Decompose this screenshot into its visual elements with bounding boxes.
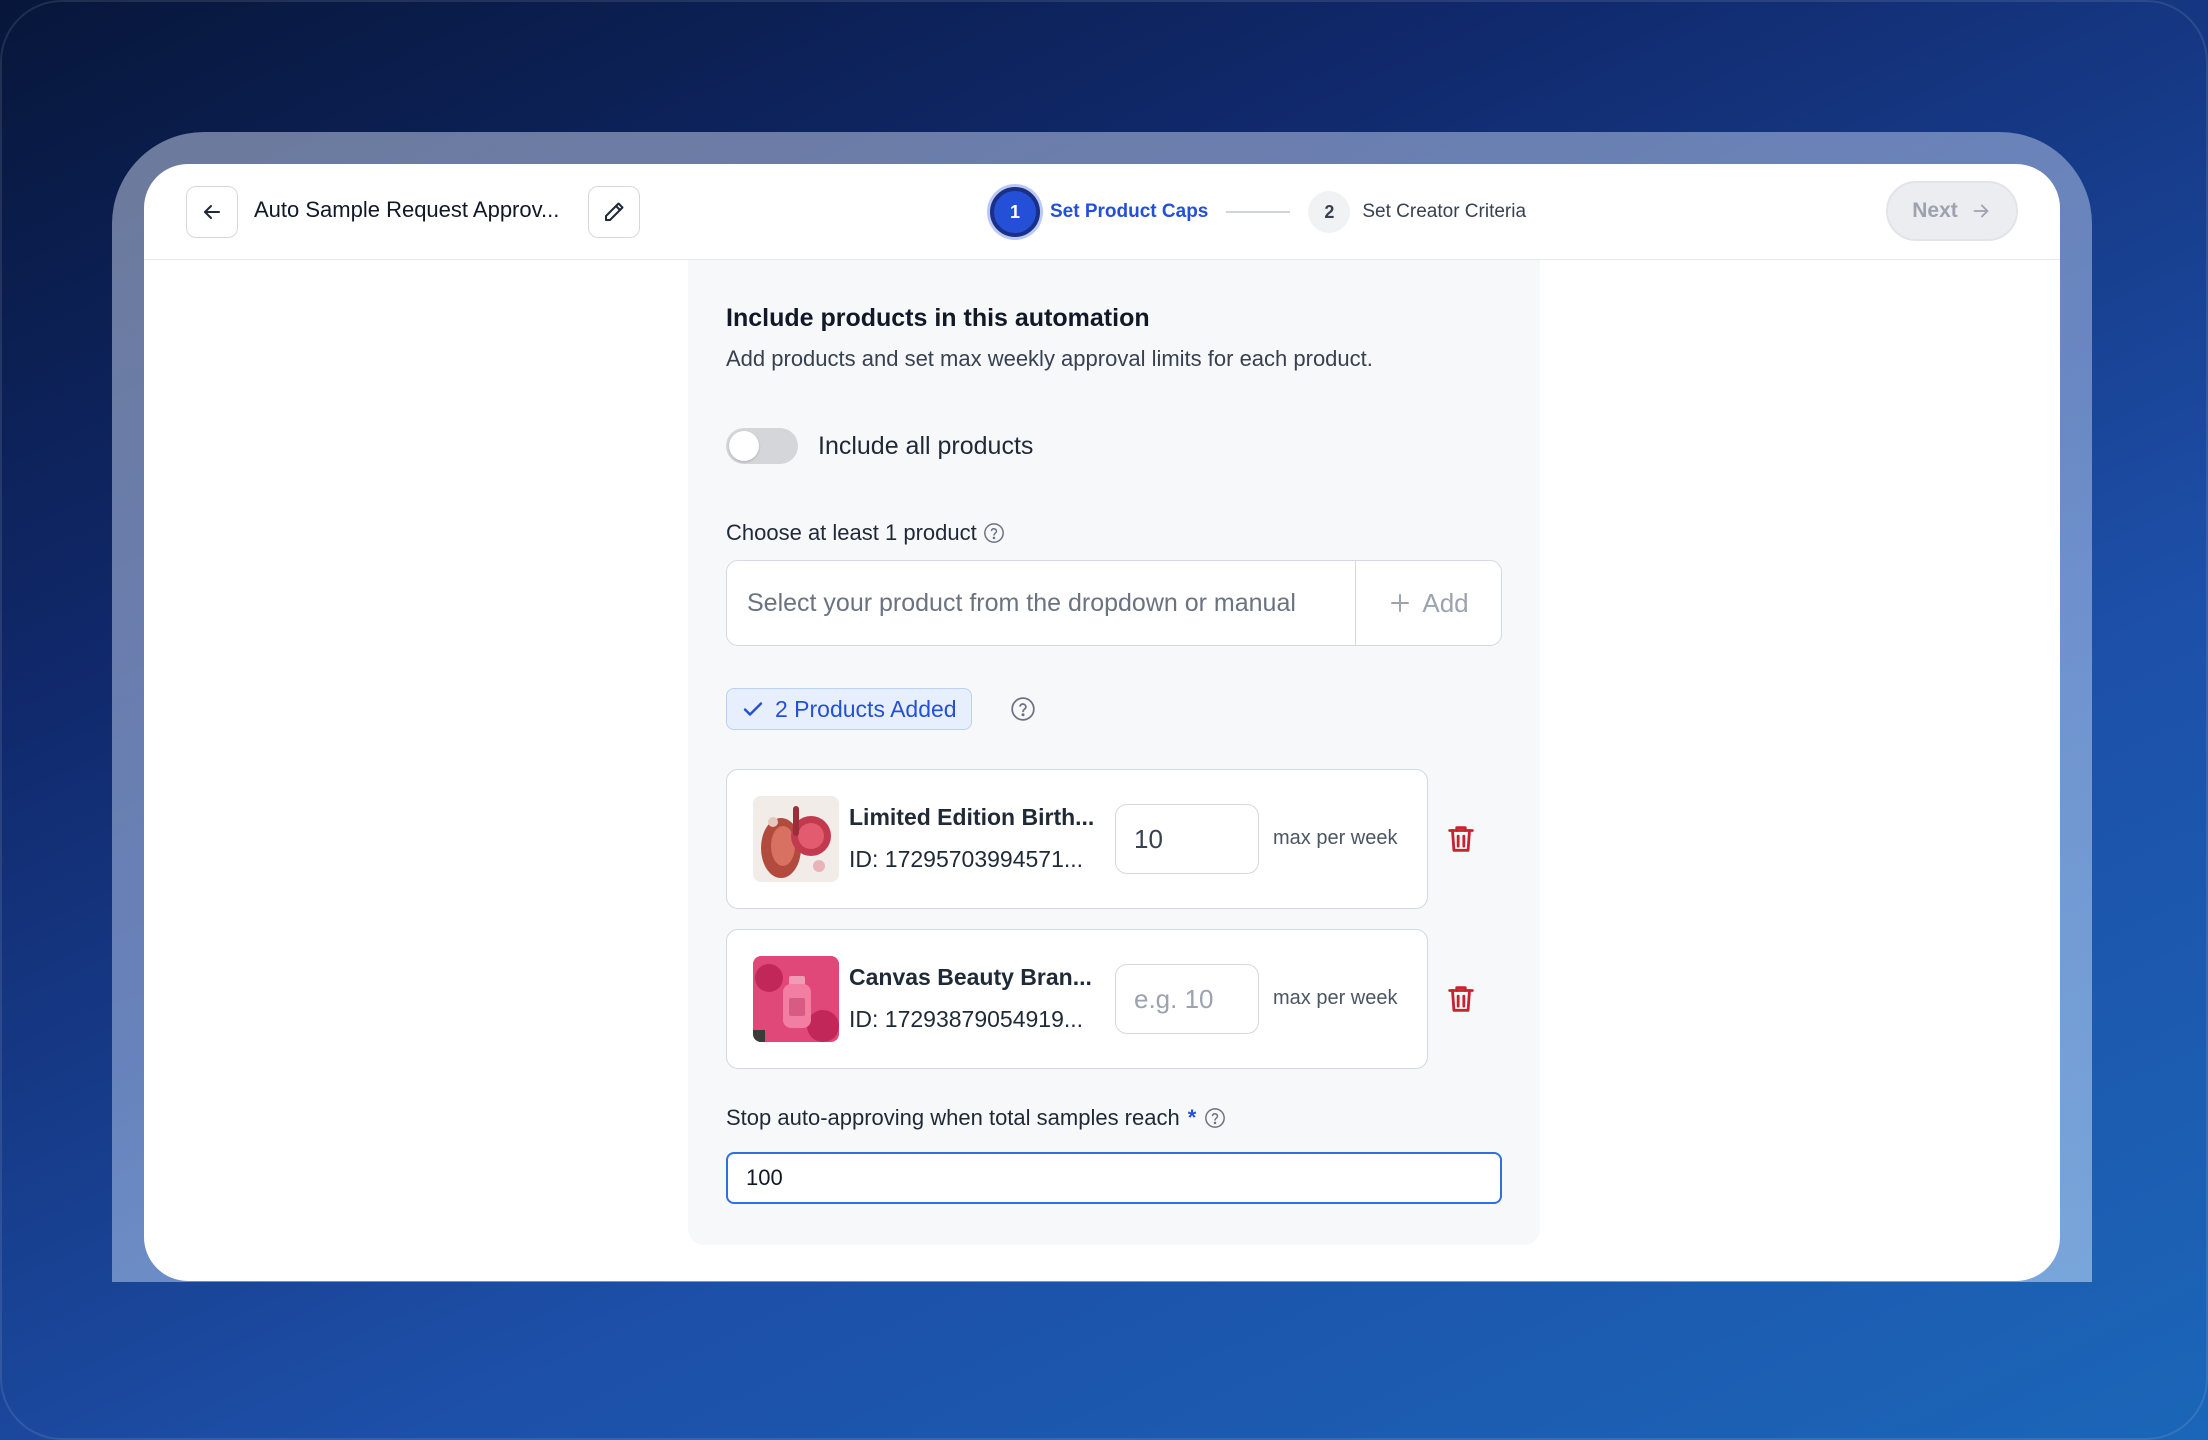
- product-picker: Add: [726, 560, 1502, 646]
- product-caps-card: Include products in this automation Add …: [688, 260, 1540, 1245]
- back-button[interactable]: [186, 186, 238, 238]
- step-1-label[interactable]: Set Product Caps: [1050, 201, 1208, 223]
- product-row: Canvas Beauty Bran... ID: 17293879054919…: [726, 929, 1428, 1069]
- stop-threshold-label-text: Stop auto-approving when total samples r…: [726, 1105, 1180, 1130]
- app-window: Auto Sample Request Approv... 1 Set Prod…: [144, 164, 2060, 1281]
- step-2-number: 2: [1308, 191, 1351, 233]
- product-thumbnail: [753, 796, 839, 882]
- section-title: Include products in this automation: [726, 304, 1150, 332]
- product-thumbnail: [753, 956, 839, 1042]
- step-2-label[interactable]: Set Creator Criteria: [1362, 201, 1526, 223]
- required-marker: *: [1187, 1105, 1197, 1130]
- weekly-cap-input[interactable]: [1115, 964, 1259, 1034]
- product-id: ID: 17293879054919...: [849, 1006, 1084, 1032]
- help-icon[interactable]: [1204, 1107, 1226, 1129]
- pencil-icon: [605, 202, 624, 221]
- products-added-badge: 2 Products Added: [726, 688, 972, 730]
- step-connector: [1226, 211, 1291, 213]
- choose-product-label-text: Choose at least 1 product: [726, 520, 977, 545]
- step-1-number: 1: [990, 187, 1040, 237]
- trash-icon[interactable]: [1444, 822, 1478, 856]
- toggle-knob: [729, 431, 759, 461]
- plus-icon: [1391, 594, 1410, 612]
- add-product-label: Add: [1422, 587, 1469, 618]
- trash-icon[interactable]: [1444, 982, 1478, 1016]
- max-per-week-label: max per week: [1273, 987, 1398, 1009]
- total-samples-input[interactable]: [726, 1152, 1502, 1204]
- product-id: ID: 17295703994571...: [849, 846, 1084, 872]
- stepper: 1 Set Product Caps 2 Set Creator Criteri…: [990, 186, 1526, 238]
- product-name: Canvas Beauty Bran...: [849, 964, 1092, 990]
- section-description: Add products and set max weekly approval…: [726, 346, 1373, 371]
- stop-threshold-label: Stop auto-approving when total samples r…: [726, 1105, 1226, 1131]
- edit-title-button[interactable]: [588, 186, 640, 238]
- add-product-button[interactable]: Add: [1355, 561, 1501, 645]
- product-search-input[interactable]: [727, 561, 1355, 645]
- max-per-week-label: max per week: [1273, 827, 1398, 849]
- help-icon[interactable]: [1010, 696, 1036, 722]
- help-icon[interactable]: [983, 522, 1005, 544]
- include-all-label: Include all products: [818, 432, 1034, 460]
- next-button[interactable]: Next: [1886, 181, 2018, 241]
- product-row: Limited Edition Birth... ID: 17295703994…: [726, 769, 1428, 909]
- arrow-right-icon: [1973, 204, 1989, 218]
- check-icon: [743, 702, 763, 716]
- include-all-toggle[interactable]: [726, 428, 798, 464]
- product-name: Limited Edition Birth...: [849, 804, 1095, 830]
- products-added-label: 2 Products Added: [775, 695, 957, 722]
- arrow-left-icon: [204, 205, 220, 219]
- weekly-cap-input[interactable]: [1115, 804, 1259, 874]
- page-title: Auto Sample Request Approv...: [254, 197, 560, 222]
- next-button-label: Next: [1912, 199, 1958, 222]
- header-bar: Auto Sample Request Approv... 1 Set Prod…: [144, 164, 2060, 260]
- choose-product-label: Choose at least 1 product: [726, 520, 1005, 546]
